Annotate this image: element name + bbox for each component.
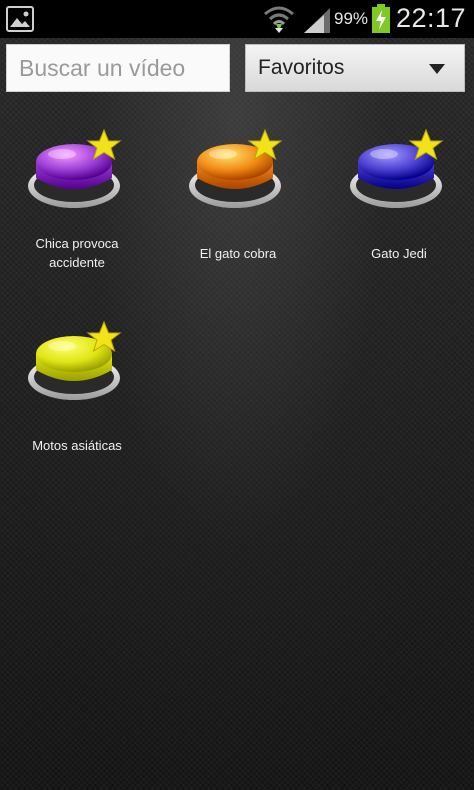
signal-icon [304, 8, 330, 33]
favorite-item[interactable]: Motos asiáticas [0, 320, 156, 490]
video-button-icon [350, 128, 444, 208]
gallery-icon [6, 6, 34, 32]
favorite-item[interactable]: Gato Jedi [320, 128, 474, 298]
video-button-icon [28, 320, 122, 400]
battery-icon [372, 4, 390, 33]
favorite-item[interactable]: El gato cobra [159, 128, 317, 298]
filter-dropdown[interactable]: Favoritos [245, 44, 465, 92]
video-button-icon [28, 128, 122, 208]
video-button-icon [189, 128, 283, 208]
dropdown-arrow-icon [429, 64, 445, 74]
battery-percent: 99% [334, 9, 369, 28]
favorite-label: Motos asiáticas [32, 438, 122, 453]
status-bar: 99% 22:17 [0, 0, 474, 38]
wifi-icon [264, 6, 294, 33]
search-input[interactable] [6, 44, 230, 92]
clock: 22:17 [396, 3, 467, 33]
favorite-item[interactable]: Chica provoca accidente [0, 128, 156, 298]
favorite-label: Chica provoca accidente [35, 236, 119, 270]
favorite-label: El gato cobra [199, 246, 277, 261]
favorite-label: Gato Jedi [371, 246, 427, 261]
filter-selected-value: Favoritos [258, 56, 345, 79]
